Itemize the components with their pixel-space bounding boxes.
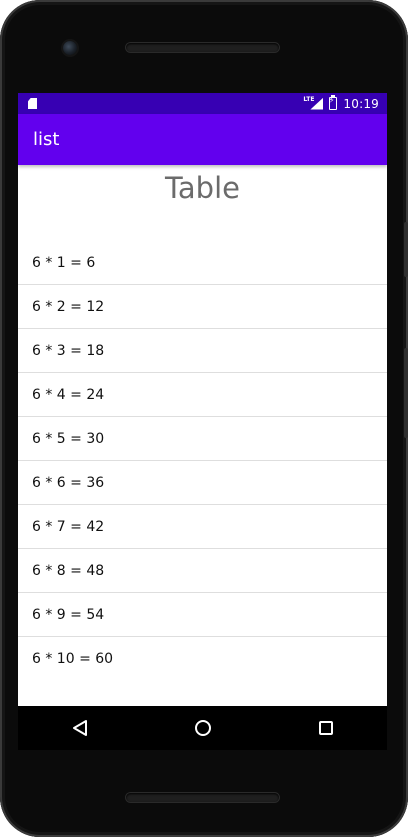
screen: LTE 10:19 list Table 6 * 1 = 6 6 * 2 = 12…: [18, 93, 387, 706]
page-title: Table: [165, 171, 240, 205]
list-item-label: 6 * 2 = 12: [32, 298, 105, 315]
network-label: LTE: [303, 95, 315, 103]
top-speaker: [126, 43, 279, 52]
status-icons: LTE 10:19: [303, 95, 379, 111]
status-time: 10:19: [343, 96, 379, 111]
list-item[interactable]: 6 * 7 = 42: [18, 505, 387, 549]
list-item-label: 6 * 6 = 36: [32, 474, 105, 491]
sd-card-icon: [28, 98, 37, 109]
recents-button[interactable]: [306, 708, 346, 748]
table-list[interactable]: 6 * 1 = 6 6 * 2 = 12 6 * 3 = 18 6 * 4 = 24 6…: [18, 241, 387, 681]
back-icon: [72, 720, 87, 736]
list-item-label: 6 * 3 = 18: [32, 342, 105, 359]
front-camera: [63, 41, 77, 55]
bottom-speaker: [126, 793, 279, 802]
list-item-label: 6 * 4 = 24: [32, 386, 105, 403]
list-item-label: 6 * 8 = 48: [32, 562, 105, 579]
phone-frame: LTE 10:19 list Table 6 * 1 = 6 6 * 2 = 12…: [0, 0, 408, 837]
list-item[interactable]: 6 * 4 = 24: [18, 373, 387, 417]
list-item[interactable]: 6 * 8 = 48: [18, 549, 387, 593]
app-bar-title: list: [33, 129, 60, 150]
list-item[interactable]: 6 * 6 = 36: [18, 461, 387, 505]
navigation-bar: [18, 706, 387, 750]
battery-charging-icon: [328, 95, 338, 110]
list-item-label: 6 * 10 = 60: [32, 651, 114, 667]
list-item-label: 6 * 5 = 30: [32, 430, 105, 447]
recents-icon: [318, 721, 333, 735]
list-item-label: 6 * 9 = 54: [32, 606, 105, 623]
list-item[interactable]: 6 * 3 = 18: [18, 329, 387, 373]
volume-button: [404, 222, 408, 277]
list-item[interactable]: 6 * 10 = 60: [18, 637, 387, 681]
back-button[interactable]: [60, 708, 100, 748]
list-item[interactable]: 6 * 2 = 12: [18, 285, 387, 329]
status-bar: LTE 10:19: [18, 93, 387, 114]
home-button[interactable]: [183, 708, 223, 748]
home-icon: [194, 720, 211, 736]
list-item[interactable]: 6 * 9 = 54: [18, 593, 387, 637]
power-button: [404, 348, 408, 438]
app-bar: list: [18, 114, 387, 165]
list-item[interactable]: 6 * 5 = 30: [18, 417, 387, 461]
list-item-label: 6 * 1 = 6: [32, 254, 96, 271]
list-item[interactable]: 6 * 1 = 6: [18, 241, 387, 285]
lte-signal-icon: LTE: [303, 95, 323, 110]
list-item-label: 6 * 7 = 42: [32, 518, 105, 535]
